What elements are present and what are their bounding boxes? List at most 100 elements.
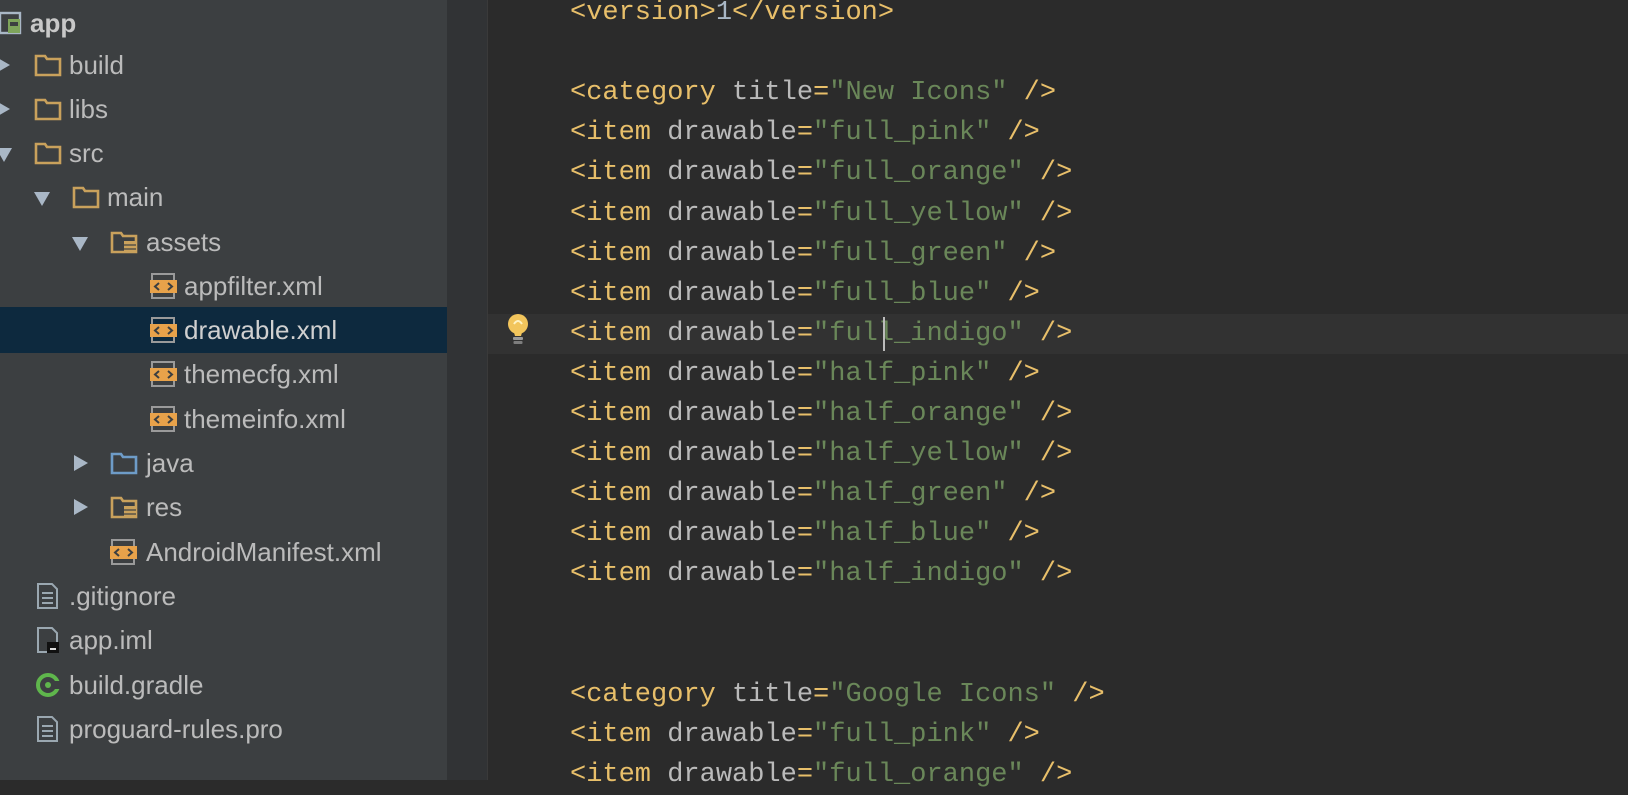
resource-folder-icon	[110, 494, 138, 520]
code-token-tag: =	[796, 278, 814, 309]
code-line[interactable]: <item drawable="full_pink" />	[488, 113, 1628, 153]
collapse-arrow-icon[interactable]	[72, 237, 88, 251]
folder-icon	[34, 140, 62, 166]
code-token-tag: =	[796, 158, 814, 189]
lightbulb-icon[interactable]	[505, 312, 531, 346]
tree-item-gitignore[interactable]: .gitignore	[0, 573, 447, 619]
code-token-attr: drawable	[667, 198, 797, 229]
code-line[interactable]: <item drawable="full_pink" />	[488, 715, 1628, 755]
code-token-tag: =	[796, 198, 814, 229]
tree-item-app[interactable]: app	[0, 0, 447, 46]
code-token-tag: />	[1023, 158, 1073, 189]
code-line[interactable]: <item drawable="half_pink" />	[488, 354, 1628, 394]
tree-item-label: app	[30, 8, 77, 38]
tree-item-build-gradle[interactable]: build.gradle	[0, 662, 447, 708]
tree-item-src[interactable]: src	[0, 130, 447, 176]
code-token-tag: <item	[570, 759, 668, 790]
code-token-val: "full_yellow"	[813, 198, 1024, 229]
tree-item-appfilter-xml[interactable]: appfilter.xml	[0, 263, 447, 309]
expand-arrow-icon[interactable]	[0, 101, 10, 117]
collapse-arrow-icon[interactable]	[34, 192, 50, 206]
text-file-icon	[34, 716, 62, 742]
code-token-tag: =	[796, 439, 814, 470]
code-token-tag: =	[796, 719, 814, 750]
code-line-text: <item drawable="full_green" />	[570, 234, 1056, 274]
tree-item-proguard-rules-pro[interactable]: proguard-rules.pro	[0, 706, 447, 752]
code-token-tag: <item	[570, 158, 668, 189]
current-code-line[interactable]: <item drawable="full_indigo" />	[488, 313, 1628, 354]
code-token-tag: />	[1056, 679, 1105, 710]
tree-item-libs[interactable]: libs	[0, 86, 447, 132]
code-line[interactable]: <item drawable="full_orange" />	[488, 153, 1628, 193]
iml-file-icon	[34, 627, 62, 653]
code-token-tag: <item	[570, 238, 668, 269]
code-line-text: <item drawable="half_green" />	[570, 474, 1056, 514]
code-token-attr: drawable	[667, 479, 797, 510]
tree-item-androidmanifest-xml[interactable]: AndroidManifest.xml	[0, 529, 447, 575]
tree-item-res[interactable]: res	[0, 484, 447, 530]
code-line[interactable]: <item drawable="half_indigo" />	[488, 554, 1628, 594]
code-line[interactable]: <item drawable="full_blue" />	[488, 274, 1628, 314]
code-token-tag: <item	[570, 479, 668, 510]
code-line[interactable]: <item drawable="half_orange" />	[488, 394, 1628, 434]
code-line[interactable]	[488, 635, 1628, 675]
code-line[interactable]: <item drawable="full_orange" />	[488, 755, 1628, 795]
code-line[interactable]: <item drawable="half_green" />	[488, 474, 1628, 514]
code-token-val: "half_pink"	[813, 358, 992, 389]
expand-arrow-icon[interactable]	[74, 499, 88, 515]
code-line[interactable]: <version>1</version>	[488, 0, 1628, 33]
code-token-tag: />	[1023, 439, 1073, 470]
tree-item-assets[interactable]: assets	[0, 219, 447, 265]
tree-item-themeinfo-xml[interactable]: themeinfo.xml	[0, 396, 447, 442]
code-line-text: <item drawable="full_indigo" />	[570, 314, 1072, 354]
code-token-tag: <item	[570, 358, 668, 389]
code-token-tag: <item	[570, 719, 668, 750]
code-line[interactable]: <item drawable="full_yellow" />	[488, 194, 1628, 234]
code-token-tag: =	[813, 679, 830, 710]
tree-item-main[interactable]: main	[0, 174, 447, 220]
collapse-arrow-icon[interactable]	[0, 148, 12, 162]
code-line-text: <item drawable="full_blue" />	[570, 274, 1040, 314]
code-token-tag: <item	[570, 318, 668, 349]
expand-arrow-icon[interactable]	[0, 57, 10, 73]
tree-item-label: themeinfo.xml	[184, 404, 346, 434]
tree-item-label: main	[107, 182, 164, 212]
code-token-attr: drawable	[667, 439, 797, 470]
xml-file-icon	[150, 317, 178, 343]
tree-item-app-iml[interactable]: app.iml	[0, 617, 447, 663]
code-token-tag: <category	[570, 679, 733, 710]
code-line[interactable]: <category title="New Icons" />	[488, 73, 1628, 113]
code-token-tag: />	[1023, 559, 1073, 590]
folder-icon	[72, 184, 100, 210]
code-line-text: <version>1</version>	[570, 0, 894, 33]
code-line-text: <category title="New Icons" />	[570, 73, 1056, 113]
code-line-text: <item drawable="full_pink" />	[570, 113, 1040, 153]
code-line-text: <item drawable="half_blue" />	[570, 514, 1040, 554]
code-line[interactable]: <category title="Google Icons" />	[488, 675, 1628, 715]
code-line[interactable]: <item drawable="full_green" />	[488, 234, 1628, 274]
code-token-val: "full_pink"	[813, 118, 992, 149]
tree-item-build[interactable]: build	[0, 42, 447, 88]
code-token-tag: />	[1023, 198, 1073, 229]
code-line-text: <item drawable="full_orange" />	[570, 153, 1072, 193]
code-line[interactable]	[488, 595, 1628, 635]
code-editor[interactable]: <version>1</version> <category title="New…	[488, 0, 1628, 790]
code-line[interactable]	[488, 33, 1628, 73]
tree-item-drawable-xml[interactable]: drawable.xml	[0, 307, 447, 353]
code-token-tag: =	[813, 78, 830, 109]
code-line[interactable]: <item drawable="half_blue" />	[488, 514, 1628, 554]
code-token-tag: =	[796, 519, 814, 550]
code-line-text: <item drawable="full_yellow" />	[570, 194, 1072, 234]
code-line[interactable]: <item drawable="half_yellow" />	[488, 434, 1628, 474]
code-token-val: "half_yellow"	[813, 439, 1024, 470]
code-token-tag: <item	[570, 519, 668, 550]
code-token-tag: />	[991, 358, 1040, 389]
tree-item-label: src	[69, 138, 104, 168]
code-token-attr: drawable	[667, 399, 797, 429]
tree-item-themecfg-xml[interactable]: themecfg.xml	[0, 351, 447, 397]
code-token-val: "half_orange"	[813, 399, 1024, 429]
tree-item-java[interactable]: java	[0, 440, 447, 486]
code-token-val: "full_orange"	[813, 158, 1024, 189]
folder-icon	[34, 52, 62, 78]
expand-arrow-icon[interactable]	[74, 455, 88, 471]
